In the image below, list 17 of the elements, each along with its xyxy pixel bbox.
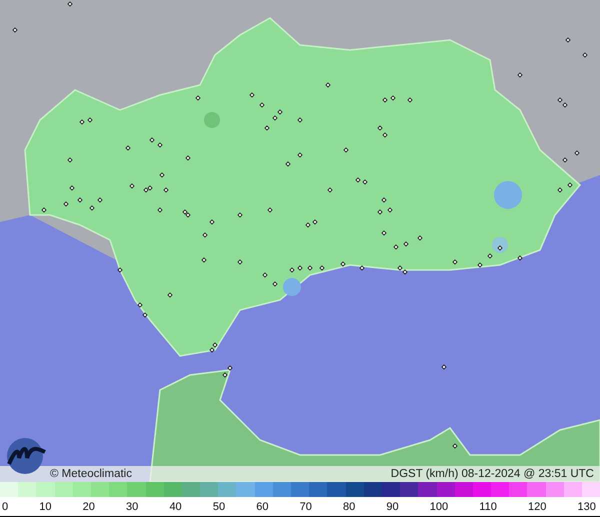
scale-label: 70 bbox=[300, 500, 312, 512]
scale-label: 80 bbox=[343, 500, 356, 512]
scale-label: 10 bbox=[39, 500, 52, 512]
scale-label: 110 bbox=[479, 500, 497, 512]
credit-text: © Meteoclimatic bbox=[50, 468, 132, 480]
scale-label: 40 bbox=[169, 500, 182, 512]
map-caption: DGST (km/h) 08-12-2024 @ 23:51 UTC bbox=[390, 468, 594, 480]
scale-label: 60 bbox=[256, 500, 268, 512]
scale-label: 0 bbox=[2, 500, 8, 512]
logo-icon bbox=[5, 436, 49, 476]
scale-label: 120 bbox=[528, 500, 546, 512]
scale-label: 30 bbox=[126, 500, 138, 512]
scale-label: 130 bbox=[577, 500, 596, 512]
scale-label: 50 bbox=[212, 500, 226, 512]
scale-label: 20 bbox=[82, 500, 95, 512]
scale-label: 100 bbox=[430, 500, 448, 512]
scale-label: 90 bbox=[386, 500, 399, 512]
